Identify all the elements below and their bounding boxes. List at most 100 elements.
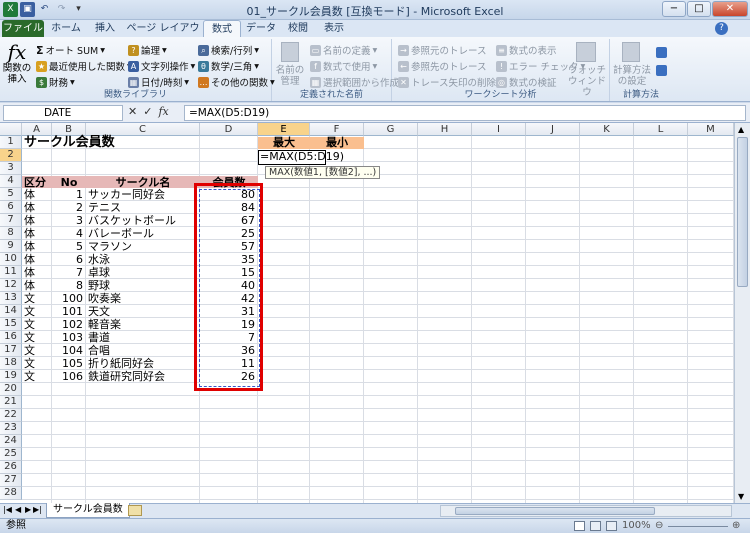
zoom-in-icon[interactable]: ⊕ (732, 519, 740, 533)
row-header[interactable]: 23 (0, 422, 22, 435)
calculate-sheet-icon[interactable] (656, 65, 667, 76)
column-header[interactable]: J (526, 123, 580, 136)
cell-no[interactable]: 102 (52, 318, 86, 331)
help-icon[interactable]: ? (715, 22, 728, 35)
math-button[interactable]: θ 数学/三角 ▾ (198, 59, 259, 73)
column-header[interactable]: I (472, 123, 526, 136)
row-header[interactable]: 7 (0, 214, 22, 227)
cell-kubun[interactable]: 体 (24, 227, 35, 240)
cell-name[interactable]: 書道 (88, 331, 110, 344)
fx-icon[interactable]: fx (158, 105, 168, 118)
normal-view-icon[interactable] (574, 521, 585, 531)
cancel-icon[interactable]: ✕ (128, 105, 137, 118)
next-sheet-icon[interactable]: ▶ (25, 505, 31, 514)
cell-no[interactable]: 8 (52, 279, 86, 292)
cell-name[interactable]: 水泳 (88, 253, 110, 266)
zoom-slider[interactable] (668, 526, 728, 527)
scroll-down-icon[interactable]: ▼ (738, 492, 744, 501)
name-box[interactable]: DATE (3, 105, 123, 121)
vertical-scrollbar[interactable]: ▲ ▼ (734, 123, 750, 503)
page-break-view-icon[interactable] (606, 521, 617, 531)
name-manager-button[interactable]: 名前の 管理 (275, 65, 305, 87)
select-all-corner[interactable] (0, 123, 22, 136)
cell-kubun[interactable]: 文 (24, 370, 35, 383)
column-header[interactable]: G (364, 123, 418, 136)
row-header[interactable]: 9 (0, 240, 22, 253)
calculation-options-button[interactable]: 計算方法 の設定 (612, 65, 652, 87)
minimize-button[interactable]: − (662, 1, 686, 17)
cell-no[interactable]: 106 (52, 370, 86, 383)
recent-functions-button[interactable]: ★最近使用した関数▾ (36, 59, 132, 73)
row-header[interactable]: 12 (0, 279, 22, 292)
autosum-button[interactable]: Σ オート SUM ▾ (36, 43, 105, 58)
text-button[interactable]: A 文字列操作 ▾ (128, 59, 195, 73)
maximize-button[interactable]: □ (687, 1, 711, 17)
lookup-button[interactable]: ⌕ 検索/行列 ▾ (198, 43, 259, 57)
cell-name[interactable]: テニス (88, 201, 121, 214)
formula-input[interactable]: =MAX(D5:D19) (184, 105, 746, 121)
scroll-up-icon[interactable]: ▲ (738, 125, 744, 134)
cell-no[interactable]: 6 (52, 253, 86, 266)
cell-name[interactable]: サッカー同好会 (88, 188, 165, 201)
row-header[interactable]: 5 (0, 188, 22, 201)
trace-precedents-button[interactable]: → 参照元のトレース (398, 43, 487, 57)
cell-name[interactable]: マラソン (88, 240, 132, 253)
cell-no[interactable]: 103 (52, 331, 86, 344)
cell-no[interactable]: 104 (52, 344, 86, 357)
column-header[interactable]: M (688, 123, 734, 136)
cell-kubun[interactable]: 文 (24, 318, 35, 331)
row-header[interactable]: 4 (0, 175, 22, 188)
cell-name[interactable]: 合唱 (88, 344, 110, 357)
row-header[interactable]: 20 (0, 383, 22, 396)
calculate-now-icon[interactable] (656, 47, 667, 58)
tab-home[interactable]: ホーム (46, 20, 86, 37)
active-cell-editor[interactable]: =MAX(D5:D19) (258, 150, 344, 165)
row-header[interactable]: 10 (0, 253, 22, 266)
cell-name[interactable]: 軽音楽 (88, 318, 121, 331)
row-header[interactable]: 28 (0, 487, 22, 500)
use-in-formula-button[interactable]: f 数式で使用 ▾ (310, 59, 377, 73)
tab-data[interactable]: データ (243, 20, 279, 37)
cell-kubun[interactable]: 体 (24, 188, 35, 201)
row-header[interactable]: 15 (0, 318, 22, 331)
sheet-tab-active[interactable]: サークル会員数 (46, 503, 130, 518)
cell-no[interactable]: 4 (52, 227, 86, 240)
scroll-thumb[interactable] (455, 507, 655, 515)
trace-dependents-button[interactable]: ← 参照先のトレース (398, 59, 487, 73)
tab-view[interactable]: 表示 (317, 20, 351, 37)
cell-no[interactable]: 5 (52, 240, 86, 253)
cell-kubun[interactable]: 文 (24, 292, 35, 305)
cell-no[interactable]: 2 (52, 201, 86, 214)
row-header[interactable]: 11 (0, 266, 22, 279)
cell-name[interactable]: バスケットボール (88, 214, 176, 227)
column-header[interactable]: H (418, 123, 472, 136)
cell-name[interactable]: バレーボール (88, 227, 154, 240)
row-header[interactable]: 1 (0, 136, 22, 149)
page-layout-view-icon[interactable] (590, 521, 601, 531)
row-header[interactable]: 25 (0, 448, 22, 461)
column-header[interactable]: F (310, 123, 364, 136)
row-header[interactable]: 27 (0, 474, 22, 487)
row-header[interactable]: 22 (0, 409, 22, 422)
column-header[interactable]: E (258, 123, 310, 136)
cell-kubun[interactable]: 体 (24, 201, 35, 214)
cell-no[interactable]: 1 (52, 188, 86, 201)
scroll-thumb[interactable] (737, 137, 748, 287)
cell-no[interactable]: 105 (52, 357, 86, 370)
max-header-cell[interactable]: 最大 (258, 136, 310, 149)
column-header[interactable]: K (580, 123, 634, 136)
tab-file[interactable]: ファイル (2, 20, 44, 37)
row-header[interactable]: 21 (0, 396, 22, 409)
tab-insert[interactable]: 挿入 (88, 20, 122, 37)
row-header[interactable]: 17 (0, 344, 22, 357)
horizontal-scrollbar[interactable] (440, 505, 732, 517)
cell-kubun[interactable]: 体 (24, 253, 35, 266)
row-header[interactable]: 6 (0, 201, 22, 214)
cell-name[interactable]: 卓球 (88, 266, 110, 279)
cell-kubun[interactable]: 体 (24, 266, 35, 279)
insert-function-button[interactable]: fx 関数の 挿入 (2, 41, 32, 85)
insert-sheet-icon[interactable] (128, 505, 142, 516)
prev-sheet-icon[interactable]: ◀ (15, 505, 21, 514)
row-header[interactable]: 24 (0, 435, 22, 448)
row-header[interactable]: 8 (0, 227, 22, 240)
